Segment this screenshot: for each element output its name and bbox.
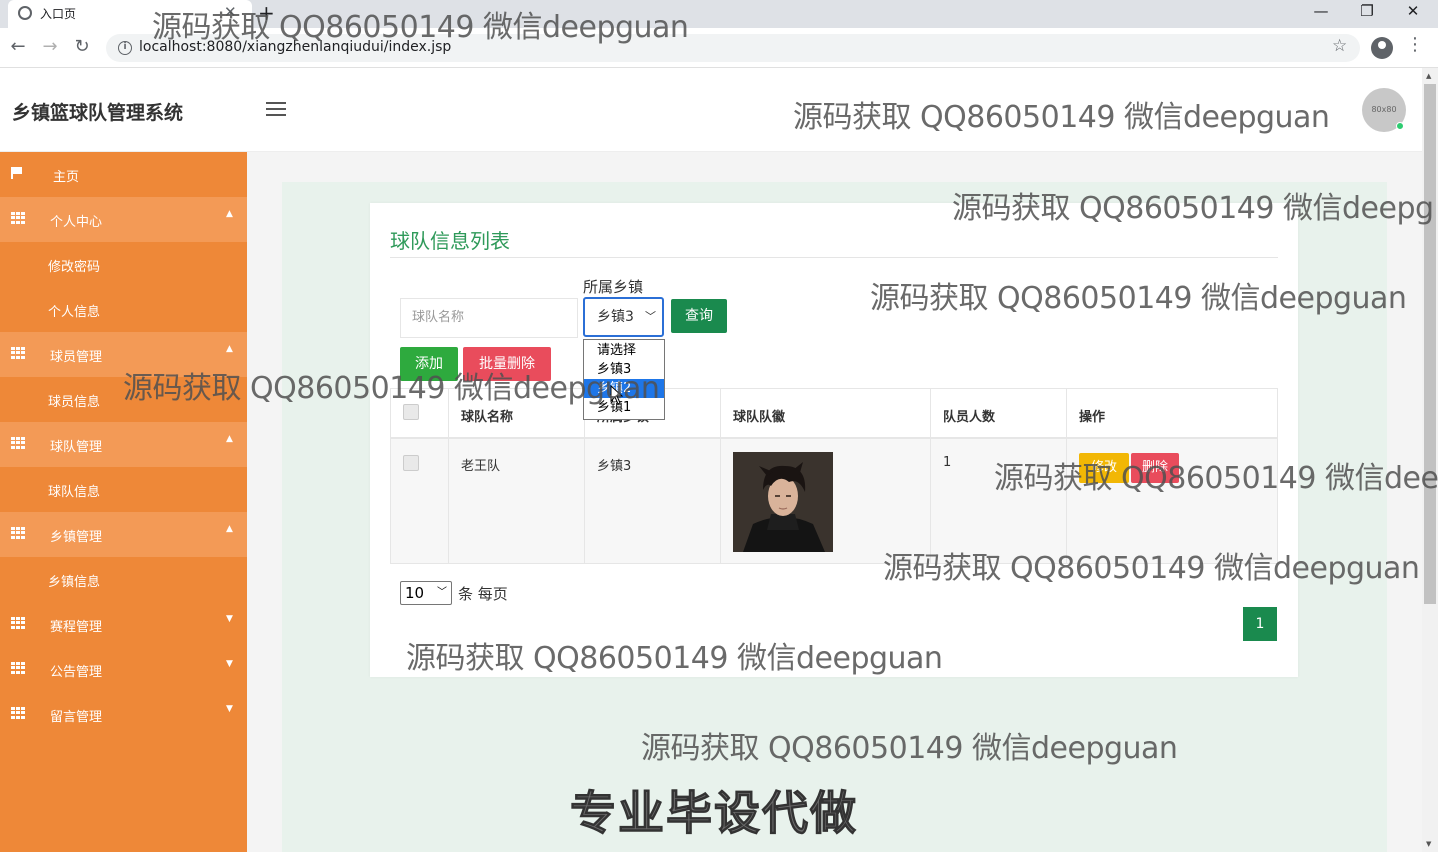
caret-up-icon: ▲	[226, 344, 233, 354]
grid-icon	[11, 347, 25, 359]
watermark: 源码获取 QQ86050149 微信deepguan	[883, 551, 1420, 586]
sidebar-item-team-management[interactable]: 球队管理 ▲	[0, 422, 247, 467]
sidebar-item-label: 球队管理	[50, 440, 103, 455]
town-cell: 乡镇3	[597, 459, 632, 474]
title-divider	[390, 257, 1278, 258]
sidebar-item-label: 主页	[53, 170, 80, 185]
page-size-select[interactable]: 10 ﹀	[400, 581, 452, 605]
sidebar-item-message-management[interactable]: 留言管理 ▼	[0, 692, 247, 737]
sidebar: 主页 个人中心 ▲ 修改密码 个人信息 球员管理 ▲ 球员信息 球队管理 ▲ 球…	[0, 152, 247, 852]
watermark: 源码获取 QQ86050149 微信deepguan	[152, 10, 689, 45]
chevron-down-icon: ﹀	[645, 310, 656, 323]
flag-icon	[11, 167, 23, 179]
watermark: 源码获取 QQ86050149 微信deepguan	[123, 371, 660, 406]
promo-watermark: 专业毕设代做	[570, 786, 858, 841]
sidebar-item-label: 球员信息	[48, 395, 101, 410]
sidebar-item-personal-center[interactable]: 个人中心 ▲	[0, 197, 247, 242]
sidebar-item-label: 赛程管理	[50, 620, 103, 635]
page-title: 球队信息列表	[390, 229, 510, 253]
town-filter-label: 所属乡镇	[583, 278, 644, 296]
caret-down-icon: ▼	[226, 614, 233, 624]
back-icon[interactable]: ←	[6, 36, 30, 57]
sidebar-item-label: 个人信息	[48, 305, 101, 320]
row-checkbox[interactable]	[403, 455, 419, 471]
sidebar-item-label: 修改密码	[48, 260, 101, 275]
bookmark-star-icon[interactable]: ☆	[1332, 36, 1347, 56]
column-divider	[720, 389, 721, 563]
member-count-cell: 1	[943, 455, 952, 470]
watermark: 源码获取 QQ86050149 微信deepguan	[870, 281, 1407, 316]
sidebar-item-notice-management[interactable]: 公告管理 ▼	[0, 647, 247, 692]
page-size-value: 10	[405, 584, 425, 602]
column-header: 球队队徽	[733, 410, 786, 425]
chevron-down-icon: ﹀	[437, 587, 447, 598]
grid-icon	[11, 212, 25, 224]
grid-icon	[11, 527, 25, 539]
browser-menu-icon[interactable]: ⋮	[1406, 34, 1424, 55]
team-badge-image	[733, 452, 833, 552]
watermark: 源码获取 QQ86050149 微信dee	[994, 461, 1438, 496]
caret-up-icon: ▲	[226, 209, 233, 219]
caret-up-icon: ▲	[226, 524, 233, 534]
globe-icon	[18, 6, 32, 20]
minimize-icon[interactable]: —	[1306, 2, 1336, 20]
restore-icon[interactable]: ❐	[1352, 2, 1382, 20]
window-close-icon[interactable]: ✕	[1398, 2, 1428, 20]
watermark: 源码获取 QQ86050149 微信deepguan	[641, 731, 1178, 766]
column-divider	[448, 389, 449, 563]
team-name-cell: 老王队	[461, 459, 501, 474]
team-name-search-input[interactable]: 球队名称	[400, 298, 578, 338]
sidebar-item-label: 球员管理	[50, 350, 103, 365]
sidebar-item-town-management[interactable]: 乡镇管理 ▲	[0, 512, 247, 557]
menu-toggle-icon[interactable]	[266, 102, 286, 118]
watermark: 源码获取 QQ86050149 微信deepguan	[406, 641, 943, 676]
caret-up-icon: ▲	[226, 434, 233, 444]
caret-down-icon: ▼	[226, 704, 233, 714]
sidebar-item-label: 个人中心	[50, 215, 103, 230]
sidebar-item-label: 公告管理	[50, 665, 103, 680]
caret-down-icon: ▼	[226, 659, 233, 669]
watermark: 源码获取 QQ86050149 微信deepg	[952, 191, 1434, 226]
sidebar-item-label: 留言管理	[50, 710, 103, 725]
sidebar-item-label: 乡镇信息	[48, 575, 101, 590]
grid-icon	[11, 617, 25, 629]
grid-icon	[11, 707, 25, 719]
sidebar-item-schedule-management[interactable]: 赛程管理 ▼	[0, 602, 247, 647]
info-icon[interactable]: i	[118, 41, 132, 55]
town-filter-value: 乡镇3	[597, 309, 634, 325]
sidebar-item-team-info[interactable]: 球队信息	[0, 467, 247, 512]
page-button-current[interactable]: 1	[1243, 607, 1277, 641]
grid-icon	[11, 662, 25, 674]
watermark: 源码获取 QQ86050149 微信deepguan	[793, 100, 1330, 135]
scroll-down-icon[interactable]: ▼	[1426, 840, 1431, 848]
town-filter-select[interactable]: 乡镇3 ﹀	[583, 297, 664, 337]
app-brand: 乡镇篮球队管理系统	[12, 102, 184, 124]
scroll-up-icon[interactable]: ▲	[1426, 72, 1431, 80]
scrollbar-thumb[interactable]	[1424, 84, 1436, 604]
sidebar-item-personal-info[interactable]: 个人信息	[0, 287, 247, 332]
sidebar-item-town-info[interactable]: 乡镇信息	[0, 557, 247, 602]
sidebar-item-label: 球队信息	[48, 485, 101, 500]
column-header: 队员人数	[943, 410, 996, 425]
query-button[interactable]: 查询	[671, 299, 727, 333]
column-header: 操作	[1079, 410, 1106, 425]
column-header: 球队名称	[461, 410, 514, 425]
page-size-suffix: 条 每页	[458, 585, 508, 603]
online-status-dot	[1396, 122, 1404, 130]
tab-title: 入口页	[40, 7, 77, 21]
reload-icon[interactable]: ↻	[70, 36, 94, 57]
sidebar-item-change-password[interactable]: 修改密码	[0, 242, 247, 287]
sidebar-item-label: 乡镇管理	[50, 530, 103, 545]
profile-icon[interactable]	[1371, 37, 1393, 59]
forward-icon[interactable]: →	[38, 36, 62, 57]
sidebar-item-home[interactable]: 主页	[0, 152, 247, 197]
column-divider	[930, 389, 931, 563]
player-photo	[733, 452, 833, 552]
grid-icon	[11, 437, 25, 449]
dropdown-option[interactable]: 请选择	[584, 341, 664, 360]
